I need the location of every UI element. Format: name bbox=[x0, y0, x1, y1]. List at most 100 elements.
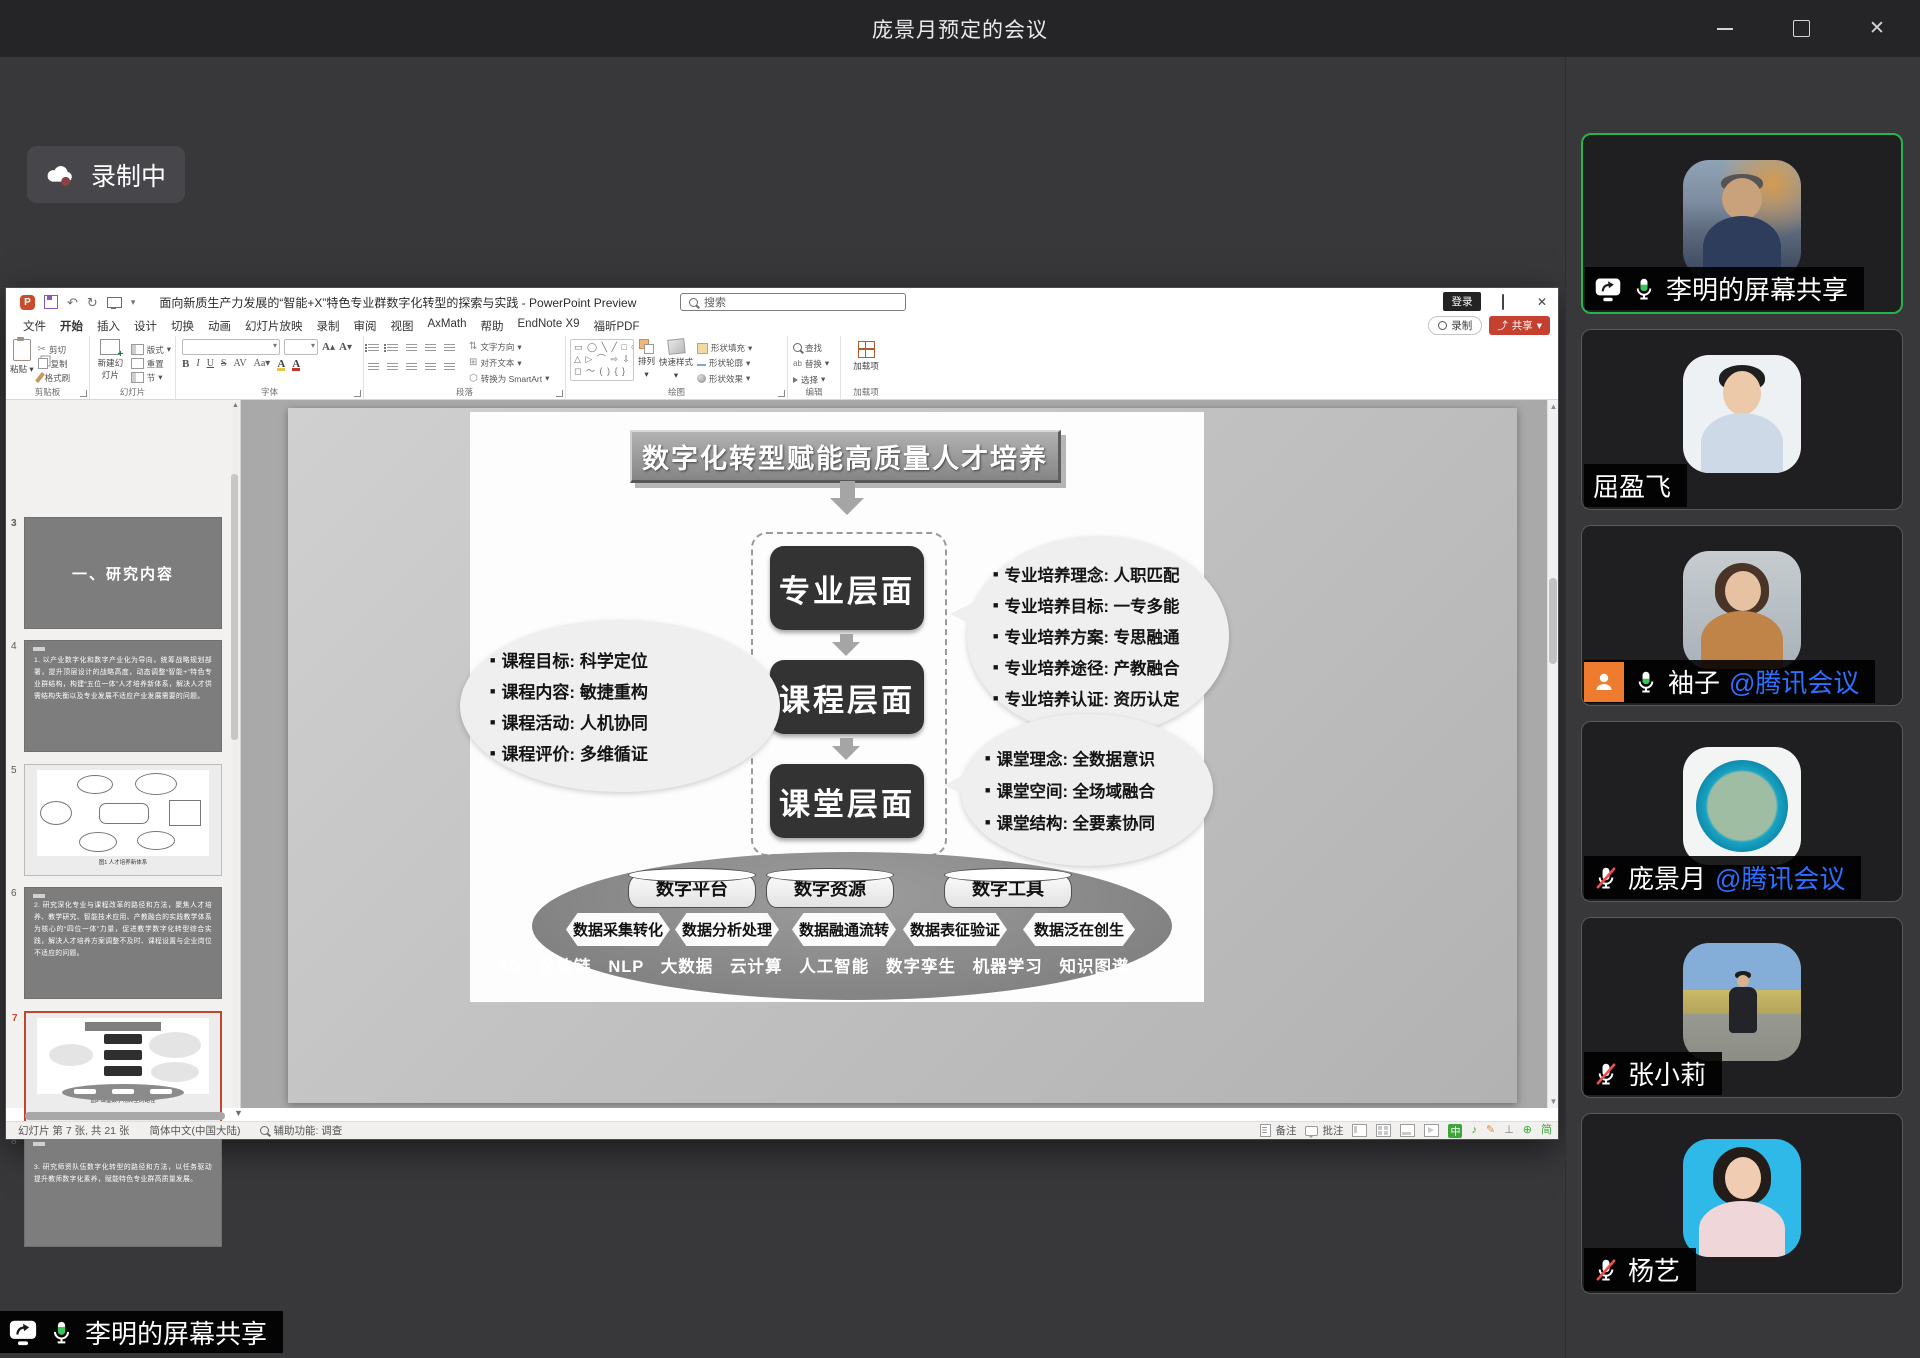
align-center-icon[interactable] bbox=[387, 362, 398, 371]
participant-tile-liming-share[interactable]: 李明的屏幕共享 bbox=[1581, 133, 1903, 314]
paste-button[interactable]: 粘贴 ▾ bbox=[10, 339, 34, 385]
highlight-color-button[interactable]: A bbox=[277, 358, 285, 370]
redo-icon[interactable]: ↻ bbox=[87, 296, 98, 309]
thumbnail-slide-5[interactable]: 5 图1 人才培养新体系 bbox=[24, 764, 222, 876]
arrange-button[interactable]: 排列▾ bbox=[638, 339, 655, 385]
ime-symbol-icon[interactable]: ⊥ bbox=[1504, 1125, 1514, 1136]
columns-icon[interactable] bbox=[444, 362, 455, 371]
slide-sorter-view-button[interactable] bbox=[1376, 1124, 1391, 1137]
new-slide-button[interactable]: 新建幻灯片 bbox=[94, 339, 127, 385]
align-right-icon[interactable] bbox=[406, 362, 417, 371]
text-direction-button[interactable]: ⇅文字方向 ▾ bbox=[469, 341, 549, 354]
ime-simplified-indicator[interactable]: 简 bbox=[1541, 1125, 1552, 1136]
tab-slideshow[interactable]: 幻灯片放映 bbox=[238, 316, 310, 336]
notes-button[interactable]: 备注 bbox=[1260, 1123, 1296, 1138]
dialog-launcher-icon[interactable] bbox=[778, 390, 785, 397]
justify-icon[interactable] bbox=[425, 362, 436, 371]
slideshow-icon[interactable] bbox=[107, 297, 122, 308]
tab-endnote[interactable]: EndNote X9 bbox=[511, 316, 587, 332]
search-box[interactable]: 搜索 bbox=[680, 293, 906, 311]
tab-help[interactable]: 帮助 bbox=[474, 316, 511, 336]
section-button[interactable]: 节 ▾ bbox=[131, 371, 171, 384]
align-left-icon[interactable] bbox=[368, 362, 379, 371]
tab-record[interactable]: 录制 bbox=[310, 316, 347, 336]
shape-effects-button[interactable]: 形状效果 ▾ bbox=[697, 373, 752, 385]
bold-button[interactable]: B bbox=[182, 358, 189, 370]
grow-font-icon[interactable]: A▴ bbox=[322, 341, 335, 353]
shape-fill-button[interactable]: 形状填充 ▾ bbox=[697, 342, 752, 354]
language-status[interactable]: 简体中文(中国大陆) bbox=[149, 1123, 240, 1138]
line-spacing-icon[interactable] bbox=[444, 343, 455, 352]
tab-view[interactable]: 视图 bbox=[384, 316, 421, 336]
bullets-icon[interactable] bbox=[368, 343, 379, 352]
ppt-restore-button[interactable] bbox=[1493, 295, 1513, 309]
italic-button[interactable]: I bbox=[196, 358, 199, 369]
change-case-icon[interactable]: Aa▾ bbox=[254, 358, 271, 369]
participant-tile-yangyi[interactable]: 杨艺 bbox=[1581, 1113, 1903, 1294]
decrease-indent-icon[interactable] bbox=[406, 343, 417, 352]
ime-language-indicator[interactable]: 中 bbox=[1448, 1124, 1462, 1138]
scroll-up-icon[interactable]: ▲ bbox=[1548, 402, 1559, 411]
maximize-button[interactable] bbox=[1778, 9, 1824, 49]
format-painter-button[interactable]: 格式刷 bbox=[38, 371, 71, 384]
tab-axmath[interactable]: AxMath bbox=[421, 316, 474, 332]
normal-view-button[interactable] bbox=[1352, 1124, 1367, 1137]
tab-file[interactable]: 文件 bbox=[16, 316, 53, 336]
pane-collapse-icon[interactable]: ▼ bbox=[234, 1108, 243, 1118]
canvas-vscrollbar[interactable]: ▲ ▼ bbox=[1547, 400, 1558, 1108]
select-button[interactable]: 选择 ▾ bbox=[793, 373, 835, 386]
copy-button[interactable]: 复制 bbox=[38, 357, 71, 370]
ime-globe-icon[interactable]: ⊕ bbox=[1523, 1125, 1532, 1136]
ppt-close-button[interactable]: ✕ bbox=[1532, 295, 1552, 309]
thumbnail-slide-6[interactable]: 6 2. 研究深化专业与课程改革的路径和方法，聚焦人才培养、教学研究、智能技术应… bbox=[24, 887, 222, 999]
layout-button[interactable]: 版式 ▾ bbox=[131, 343, 171, 356]
shape-outline-button[interactable]: 形状轮廓 ▾ bbox=[697, 357, 752, 369]
find-button[interactable]: 查找 bbox=[793, 341, 835, 354]
quick-styles-button[interactable]: 快速样式▾ bbox=[659, 339, 693, 385]
smartart-button[interactable]: ⬡转换为 SmartArt ▾ bbox=[469, 372, 549, 385]
thumbnail-scrollbar-thumb[interactable] bbox=[231, 474, 238, 740]
record-button[interactable]: 录制 bbox=[1428, 316, 1482, 335]
customize-qat-icon[interactable]: ▾ bbox=[131, 298, 136, 307]
save-icon[interactable] bbox=[44, 295, 58, 309]
character-spacing-icon[interactable]: AV bbox=[233, 358, 246, 369]
ime-pen-icon[interactable]: ✎ bbox=[1486, 1125, 1495, 1136]
scroll-down-icon[interactable]: ▼ bbox=[1548, 1097, 1559, 1106]
replace-button[interactable]: ab替换 ▾ bbox=[793, 357, 835, 370]
tab-foxit-pdf[interactable]: 福昕PDF bbox=[587, 316, 647, 336]
participant-tile-quyingfei[interactable]: 屈盈飞 bbox=[1581, 329, 1903, 510]
thumbnail-slide-7-selected[interactable]: 7 图2 课堂数字化转型的路径 bbox=[24, 1011, 222, 1123]
align-text-button[interactable]: ⊞对齐文本 ▾ bbox=[469, 357, 549, 370]
font-name-dropdown[interactable] bbox=[182, 339, 280, 355]
reading-view-button[interactable] bbox=[1400, 1124, 1415, 1137]
tab-design[interactable]: 设计 bbox=[127, 316, 164, 336]
undo-icon[interactable]: ↶ bbox=[67, 296, 78, 309]
thumbnail-slide-4[interactable]: 4 1. 以产业数字化和数字产业化为导向，统筹战略规划部署，提升顶层设计的战略高… bbox=[24, 640, 222, 752]
vscrollbar-thumb[interactable] bbox=[1549, 578, 1557, 664]
dialog-launcher-icon[interactable] bbox=[354, 390, 361, 397]
ime-music-icon[interactable]: ♪ bbox=[1471, 1125, 1477, 1136]
hscrollbar-thumb[interactable] bbox=[25, 1112, 225, 1120]
slide-canvas[interactable]: 数字化转型赋能高质量人才培养 专业层面 课程层面 bbox=[241, 400, 1558, 1108]
participant-tile-zhangxiaoli[interactable]: 张小莉 bbox=[1581, 917, 1903, 1098]
tab-animations[interactable]: 动画 bbox=[201, 316, 238, 336]
share-button[interactable]: ⤴ 共享 ▾ bbox=[1489, 316, 1550, 335]
underline-button[interactable]: U bbox=[207, 358, 214, 369]
cut-button[interactable]: ✂剪切 bbox=[38, 343, 71, 356]
thumbnail-slide-3[interactable]: 3 一、研究内容 bbox=[24, 517, 222, 629]
accessibility-status[interactable]: 辅助功能: 调查 bbox=[260, 1123, 342, 1138]
font-size-dropdown[interactable] bbox=[284, 339, 318, 355]
strikethrough-button[interactable]: S bbox=[221, 358, 227, 369]
increase-indent-icon[interactable] bbox=[425, 343, 436, 352]
thumbnail-slide-8[interactable]: 8 3. 研究师资队伍数字化转型的路径和方法，以任务驱动提升教师数字化素养，赋能… bbox=[24, 1135, 222, 1247]
thumbnail-scrollbar[interactable]: ▲ bbox=[232, 402, 239, 1106]
tab-transitions[interactable]: 切换 bbox=[164, 316, 201, 336]
shrink-font-icon[interactable]: A▾ bbox=[339, 341, 352, 353]
addins-button[interactable]: 加载项 bbox=[841, 341, 891, 372]
minimize-button[interactable] bbox=[1702, 9, 1748, 49]
participant-tile-pangjingyue[interactable]: 庞景月@腾讯会议 bbox=[1581, 721, 1903, 902]
reset-button[interactable]: 重置 bbox=[131, 357, 171, 370]
recording-badge[interactable]: 录制中 bbox=[27, 146, 185, 203]
close-button[interactable]: ✕ bbox=[1854, 9, 1900, 49]
dialog-launcher-icon[interactable] bbox=[80, 390, 87, 397]
